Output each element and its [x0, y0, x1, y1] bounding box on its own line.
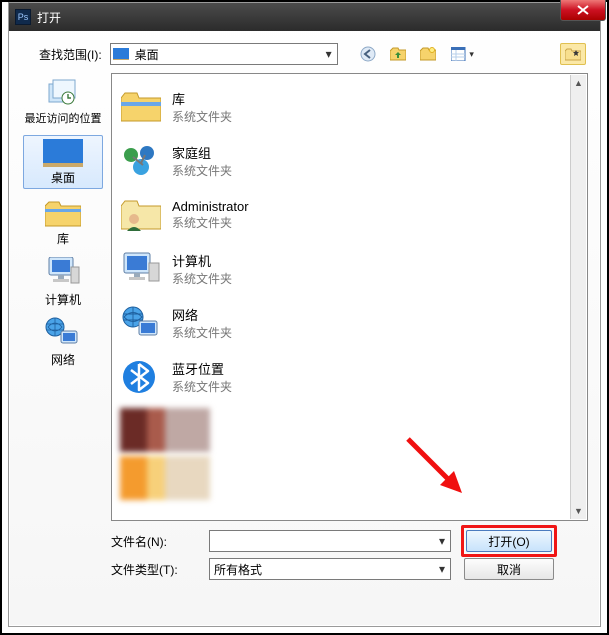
back-button[interactable]: [356, 43, 380, 65]
user-folder-icon: [120, 194, 162, 236]
scroll-down-icon[interactable]: ▼: [571, 503, 586, 519]
chevron-down-icon: ▾: [434, 534, 450, 548]
window-title: 打开: [37, 9, 61, 26]
close-icon: [577, 5, 589, 15]
nav-toolbar: ▾: [356, 43, 480, 65]
cancel-button[interactable]: 取消: [464, 558, 554, 580]
list-item[interactable]: 网络系统文件夹: [116, 296, 583, 350]
list-item[interactable]: [120, 408, 210, 452]
places-bar: 最近访问的位置 桌面 库 计算机: [21, 73, 105, 583]
chevron-down-icon: ▾: [469, 49, 474, 60]
show-favorites-button[interactable]: [560, 43, 586, 65]
place-recent[interactable]: 最近访问的位置: [23, 75, 103, 129]
app-icon: Ps: [15, 9, 31, 25]
lookin-label: 查找范围(I):: [39, 46, 102, 63]
library-icon: [45, 198, 81, 228]
place-desktop[interactable]: 桌面: [23, 135, 103, 189]
file-list[interactable]: 库系统文件夹 家庭组系统文件夹 Administrator系统文件夹: [111, 73, 588, 521]
list-item[interactable]: 家庭组系统文件夹: [116, 134, 583, 188]
new-folder-button[interactable]: [416, 43, 440, 65]
bluetooth-icon: [120, 356, 162, 398]
up-button[interactable]: [386, 43, 410, 65]
desktop-icon: [43, 139, 83, 167]
filetype-value: 所有格式: [210, 561, 434, 578]
place-network[interactable]: 网络: [23, 315, 103, 369]
list-item[interactable]: [120, 456, 210, 500]
scroll-up-icon[interactable]: ▲: [571, 75, 586, 91]
lookin-combo[interactable]: 桌面 ▾: [110, 43, 338, 65]
network-icon: [120, 302, 162, 344]
scrollbar[interactable]: ▲ ▼: [570, 75, 586, 519]
library-icon: [120, 86, 162, 128]
open-button-highlight: 打开(O): [461, 525, 557, 557]
desktop-icon: [111, 48, 131, 60]
recent-places-icon: [46, 78, 80, 108]
open-button[interactable]: 打开(O): [466, 530, 552, 552]
views-button[interactable]: ▾: [446, 43, 480, 65]
chevron-down-icon: ▾: [321, 47, 337, 61]
filename-label: 文件名(N):: [111, 533, 199, 550]
chevron-down-icon: ▾: [434, 562, 450, 576]
list-item[interactable]: 库系统文件夹: [116, 80, 583, 134]
open-dialog: Ps 打开 查找范围(I): 桌面 ▾: [8, 2, 601, 627]
filetype-label: 文件类型(T):: [111, 561, 199, 578]
list-item[interactable]: Administrator系统文件夹: [116, 188, 583, 242]
filetype-combo[interactable]: 所有格式 ▾: [209, 558, 451, 580]
close-button[interactable]: [560, 0, 606, 21]
homegroup-icon: [120, 140, 162, 182]
list-item[interactable]: 蓝牙位置系统文件夹: [116, 350, 583, 404]
computer-icon: [120, 248, 162, 290]
lookin-value: 桌面: [131, 46, 321, 63]
title-bar[interactable]: Ps 打开: [9, 3, 600, 31]
network-icon: [45, 317, 81, 349]
list-item[interactable]: 计算机系统文件夹: [116, 242, 583, 296]
computer-icon: [45, 257, 81, 289]
place-computer[interactable]: 计算机: [23, 255, 103, 309]
filename-combo[interactable]: ▾: [209, 530, 451, 552]
filename-value: [210, 534, 434, 548]
place-library[interactable]: 库: [23, 195, 103, 249]
